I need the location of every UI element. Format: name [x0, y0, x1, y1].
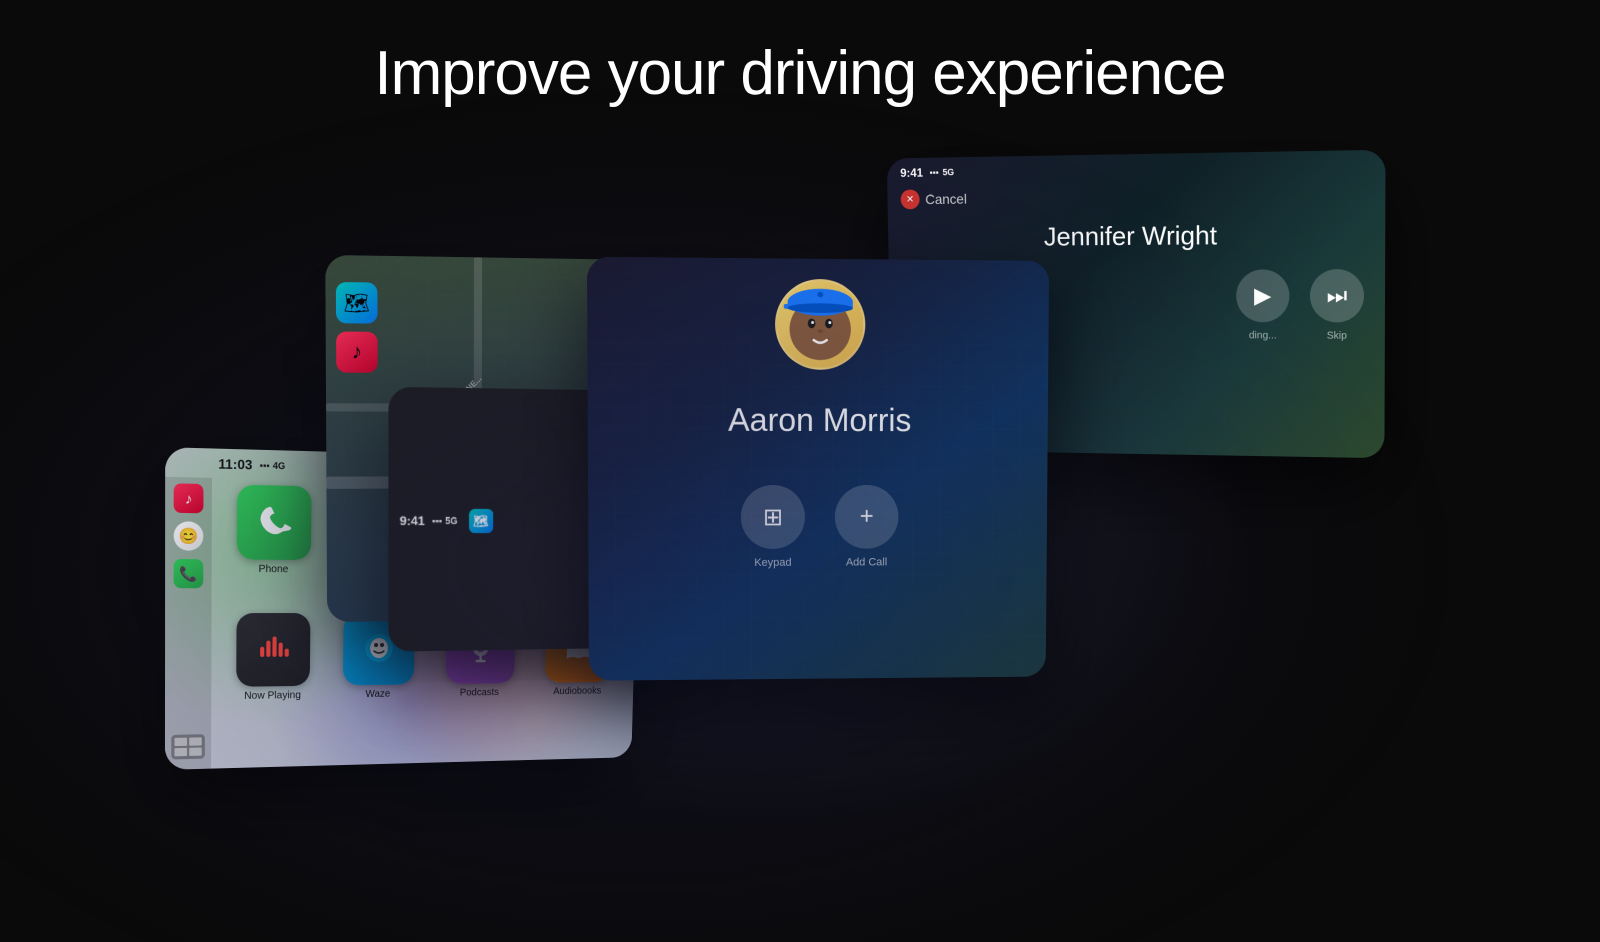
app-phone[interactable]: Phone [222, 484, 325, 607]
call-action-buttons: ⊞ Keypad + Add Call [588, 455, 1048, 580]
cancel-button[interactable]: ✕ Cancel [901, 189, 967, 210]
cancel-label: Cancel [925, 191, 967, 207]
skip-button[interactable]: ⏭ [1310, 269, 1364, 322]
siri-contact-name: Jennifer Wright [888, 210, 1385, 261]
playing-button[interactable]: ▶ [1236, 269, 1289, 322]
page-headline: Improve your driving experience [0, 38, 1600, 109]
sidebar-grid-icon[interactable] [171, 734, 205, 759]
home-sidebar: ♪ 😊 📞 [165, 477, 212, 770]
sidebar-face-icon[interactable]: 😊 [174, 521, 204, 551]
caller-avatar [775, 279, 865, 370]
caller-name: Aaron Morris [588, 377, 1049, 455]
card-phone-call: Aaron Morris ⊞ Keypad + Add Call [587, 257, 1049, 681]
siri-status-time: 9:41 [900, 166, 923, 180]
siri-status-5g: 5G [942, 167, 954, 177]
keypad-button[interactable]: ⊞ Keypad [741, 485, 805, 569]
sidebar-music-icon[interactable]: ♪ [174, 483, 204, 513]
rest-signal: ▪▪▪ [432, 516, 442, 526]
sidebar-phone-icon[interactable]: 📞 [174, 559, 204, 588]
home-4g: 4G [273, 460, 285, 471]
siri-header: ✕ Cancel [887, 177, 1385, 216]
home-time: 11:03 [218, 456, 252, 473]
rest-5g: 5G [445, 516, 457, 526]
rest-time: 9:41 [400, 514, 425, 528]
add-call-button[interactable]: + Add Call [835, 485, 899, 569]
app-now-playing[interactable]: Now Playing [222, 613, 324, 734]
